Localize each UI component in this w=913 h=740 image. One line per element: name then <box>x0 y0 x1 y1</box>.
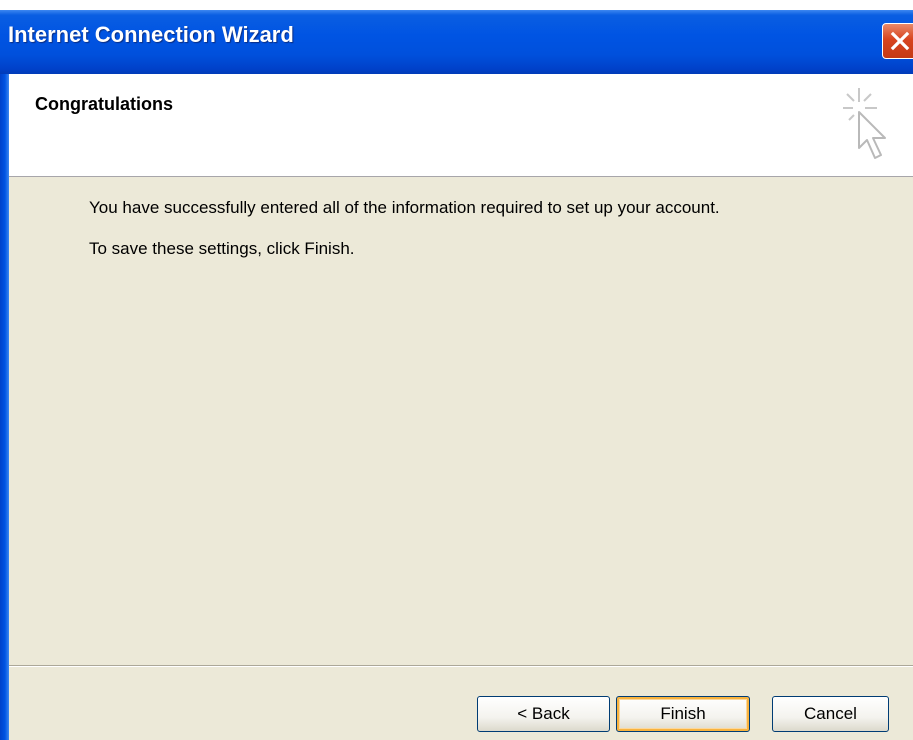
window-left-border <box>0 74 9 740</box>
finish-instruction: To save these settings, click Finish. <box>89 239 355 258</box>
close-button[interactable] <box>882 23 913 59</box>
window-title: Internet Connection Wizard <box>8 22 294 47</box>
success-message: You have successfully entered all of the… <box>89 198 720 217</box>
cancel-button[interactable]: Cancel <box>772 696 889 732</box>
title-bar[interactable]: Internet Connection Wizard <box>0 10 913 74</box>
page-title: Congratulations <box>35 94 173 114</box>
wizard-header: Congratulations <box>9 74 913 177</box>
wizard-sparkle-cursor-icon <box>835 86 897 172</box>
back-button[interactable]: < Back <box>477 696 610 732</box>
button-separator <box>9 665 913 667</box>
wizard-window: Internet Connection Wizard Congratulatio… <box>0 10 913 740</box>
finish-button[interactable]: Finish <box>616 696 750 732</box>
